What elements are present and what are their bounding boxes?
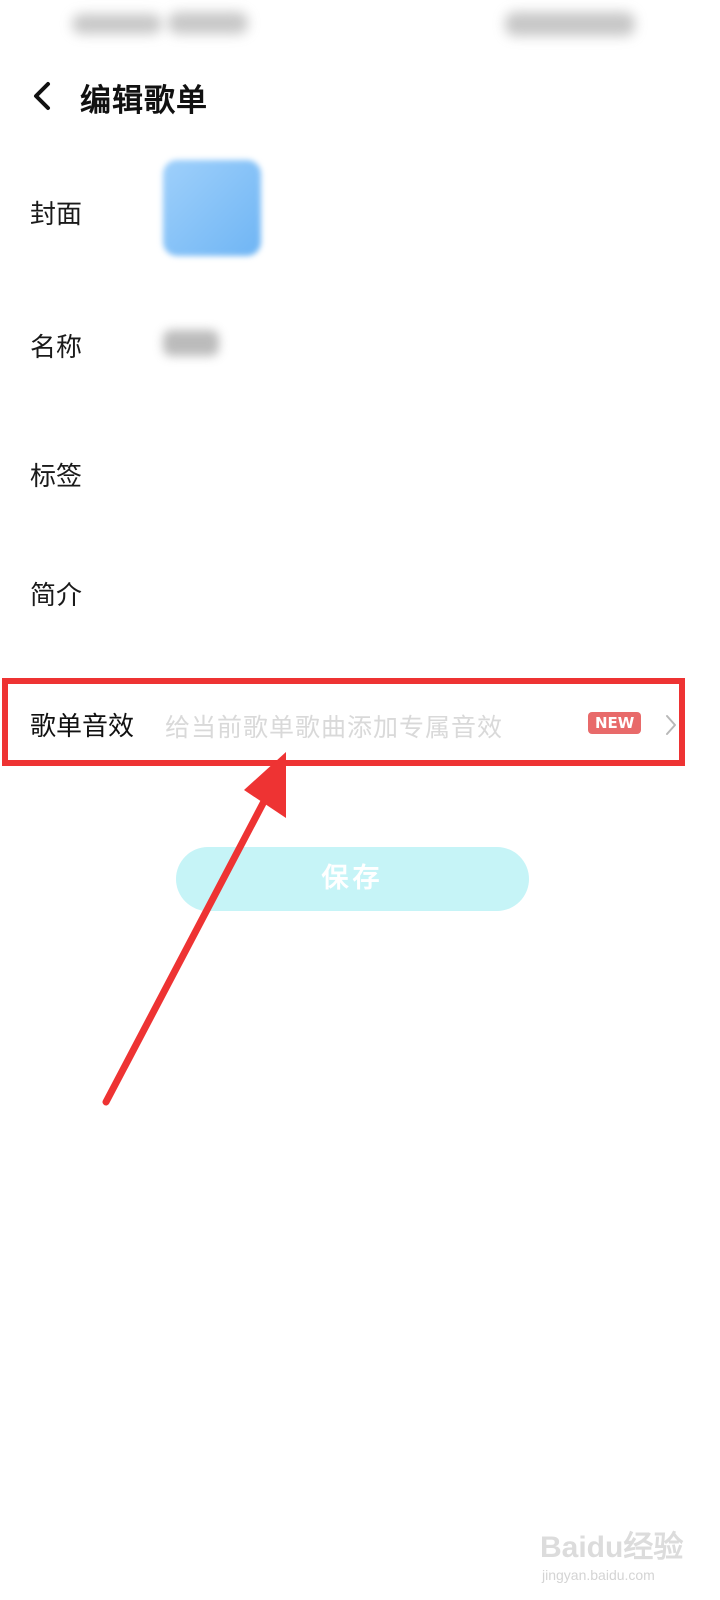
status-time-blur <box>72 14 162 34</box>
page-title: 编辑歌单 <box>80 83 208 119</box>
cover-row[interactable] <box>0 168 720 248</box>
watermark: Baidu经验 jingyan.baidu.com <box>540 1512 710 1592</box>
name-label: 名称 <box>30 333 83 363</box>
chevron-left-icon <box>34 82 50 110</box>
watermark-logo: Baidu经验 <box>540 1531 684 1564</box>
cover-label: 封面 <box>30 200 83 230</box>
status-icons-right-blur <box>505 12 635 36</box>
intro-row[interactable] <box>0 550 720 630</box>
name-row[interactable] <box>0 302 720 382</box>
watermark-url: jingyan.baidu.com <box>542 1567 655 1583</box>
highlight-box <box>2 678 685 766</box>
arrow-shaft <box>102 786 274 1106</box>
status-icons-left-blur <box>168 12 248 34</box>
tags-label: 标签 <box>30 462 83 492</box>
back-button[interactable] <box>22 74 66 118</box>
cover-thumbnail[interactable] <box>163 160 261 256</box>
name-value[interactable] <box>163 330 219 356</box>
header: 编辑歌单 <box>0 66 720 128</box>
intro-label: 简介 <box>30 581 83 611</box>
tags-row[interactable] <box>0 430 720 510</box>
save-button[interactable]: 保存 <box>176 847 529 911</box>
status-bar <box>0 0 720 52</box>
